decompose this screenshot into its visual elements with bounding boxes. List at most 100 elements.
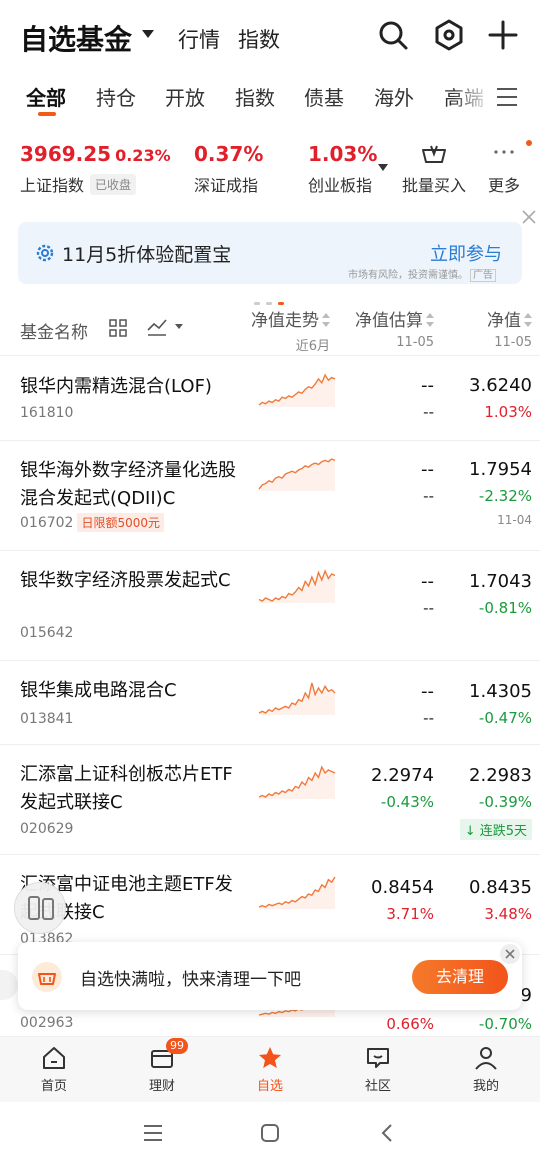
fund-name: 银华内需精选混合(LOF) — [20, 376, 212, 397]
trend-sparkline — [258, 373, 336, 407]
tabs-fade — [452, 76, 492, 122]
fund-code: 020629 — [20, 821, 74, 837]
tab-open[interactable]: 开放 — [165, 82, 205, 111]
chart-style-icon[interactable] — [146, 316, 186, 338]
nav-index[interactable]: 指数 — [238, 24, 280, 54]
estimate-change: -- — [423, 599, 434, 617]
gear-icon — [36, 244, 54, 262]
estimate-change: -- — [423, 403, 434, 421]
title-dropdown-icon[interactable] — [142, 30, 154, 38]
table-row[interactable]: 汇添富上证科创板芯片ETF发起式联接C 020629 2.2974 -0.43%… — [0, 745, 540, 855]
nav-market[interactable]: 行情 — [178, 24, 220, 54]
estimate-change: -- — [423, 487, 434, 505]
bottom-navigation: 首页 理财 自选 社区 我的 — [0, 1036, 540, 1102]
home-button-icon[interactable] — [259, 1122, 281, 1144]
banner-text: 11月5折体验配置宝 — [62, 244, 232, 266]
col-estimate[interactable]: 净值估算 11-05 — [355, 306, 434, 350]
purchase-limit-badge: 日限额5000元 — [77, 513, 164, 532]
menu-icon[interactable] — [494, 84, 520, 110]
nav-value: 0.8435 — [469, 877, 532, 898]
nav-value: 2.2983 — [469, 765, 532, 786]
back-icon[interactable] — [376, 1122, 398, 1144]
nav-date: 11-04 — [497, 513, 532, 527]
home-icon — [43, 1047, 65, 1069]
estimate-date: 11-05 — [396, 335, 434, 350]
cleanup-toast: 自选快满啦，快来清理一下吧 去清理 — [18, 942, 522, 1010]
estimate-value: -- — [421, 375, 434, 396]
market-closed-badge: 已收盘 — [90, 174, 137, 195]
sparkline-area — [259, 877, 335, 909]
trend-title: 净值走势 — [251, 311, 319, 331]
col-nav[interactable]: 净值 11-05 — [487, 306, 532, 350]
index-shenzhen[interactable]: 0.37% 深证成指 — [194, 142, 263, 196]
nav-value: 1.4305 — [469, 681, 532, 702]
fund-name: 银华数字经济股票发起式C — [20, 570, 231, 591]
estimate-value: 2.2974 — [371, 765, 434, 786]
recent-apps-icon[interactable] — [142, 1122, 164, 1144]
tab-all[interactable]: 全部 — [26, 82, 66, 111]
nav-change: -0.81% — [478, 599, 532, 617]
grid-view-icon[interactable] — [108, 318, 128, 338]
estimate-change: 3.71% — [386, 905, 434, 923]
table-row[interactable]: 银华海外数字经济量化选股混合发起式(QDII)C 016702 日限额5000元 … — [0, 441, 540, 551]
index-chinext[interactable]: 1.03% 创业板指 — [308, 142, 377, 196]
page-title[interactable]: 自选基金 — [20, 18, 132, 58]
nav-community[interactable]: 社区 — [348, 1045, 408, 1094]
table-row[interactable]: 银华内需精选混合(LOF) 161810 -- -- 3.6240 1.03% — [0, 357, 540, 441]
cleanup-button[interactable]: 去清理 — [412, 960, 508, 994]
star-icon — [259, 1047, 281, 1068]
fund-code: 015642 — [20, 625, 74, 641]
fund-code: 002963 — [20, 1015, 74, 1031]
nav-change: 1.03% — [484, 403, 532, 421]
user-icon — [475, 1047, 497, 1070]
estimate-value: -- — [421, 681, 434, 702]
tab-holding[interactable]: 持仓 — [96, 82, 136, 111]
banner-cta-link[interactable]: 立即参与 — [430, 240, 502, 266]
trend-sparkline — [258, 765, 336, 799]
estimate-title: 净值估算 — [355, 311, 423, 331]
trend-sparkline — [258, 682, 336, 715]
fund-code: 161810 — [20, 405, 74, 421]
index-name: 上证指数 — [20, 176, 85, 195]
fund-code: 016702 — [20, 515, 74, 531]
basket-icon — [32, 962, 62, 992]
more-button[interactable]: 更多 — [482, 142, 526, 196]
add-icon[interactable] — [486, 18, 520, 52]
nav-label: 社区 — [364, 1079, 391, 1094]
table-row[interactable]: 汇添富中证电池主题ETF发起式联接C 013862 0.8454 3.71% 0… — [0, 855, 540, 955]
tab-index[interactable]: 指数 — [235, 82, 275, 111]
toast-message: 自选快满啦，快来清理一下吧 — [80, 970, 301, 990]
table-header: 基金名称 净值走势 近6月 净值估算 11-05 净值 11-05 — [0, 300, 540, 356]
settings-hex-icon[interactable] — [432, 18, 466, 52]
fund-name: 银华集成电路混合C — [20, 680, 177, 701]
estimate-value: -- — [421, 571, 434, 592]
estimate-value: 0.8454 — [371, 877, 434, 898]
col-fund-name: 基金名称 — [20, 323, 88, 343]
table-row[interactable]: 银华数字经济股票发起式C 015642 -- -- 1.7043 -0.81% — [0, 551, 540, 661]
tab-bond[interactable]: 债基 — [304, 82, 344, 111]
col-trend[interactable]: 净值走势 近6月 — [251, 306, 330, 354]
sort-icon — [322, 313, 330, 327]
sort-icon — [524, 313, 532, 327]
nav-change: -0.47% — [478, 709, 532, 727]
nav-watchlist[interactable]: 自选 — [240, 1045, 300, 1094]
table-row[interactable]: 银华集成电路混合C 013841 -- -- 1.4305 -0.47% — [0, 661, 540, 745]
search-icon[interactable] — [376, 18, 410, 52]
nav-profile[interactable]: 我的 — [456, 1045, 516, 1094]
fund-watchlist-page: 自选基金 行情 指数 全部 持仓 开放 指数 债基 海外 高端 — [0, 0, 540, 1164]
banner-close-icon[interactable] — [520, 208, 538, 226]
toast-close-icon[interactable] — [500, 944, 520, 964]
nav-home[interactable]: 首页 — [24, 1045, 84, 1094]
floating-shortcut-button[interactable] — [14, 882, 66, 934]
index-dropdown-icon[interactable] — [378, 164, 388, 171]
risk-note: 市场有风险，投资需谨慎。 — [348, 270, 468, 281]
tab-overseas[interactable]: 海外 — [374, 82, 414, 111]
estimate-change: 0.66% — [386, 1015, 434, 1033]
more-dots-icon — [494, 150, 514, 154]
nav-value: 1.7954 — [469, 459, 532, 480]
index-shanghai[interactable]: 3969.25 0.23% 上证指数 已收盘 — [20, 142, 171, 196]
nav-date: 11-05 — [494, 335, 532, 350]
batch-buy-button[interactable]: 批量买入 — [402, 142, 466, 196]
promo-banner[interactable]: 11月5折体验配置宝 立即参与 市场有风险，投资需谨慎。 广告 — [18, 222, 522, 284]
estimate-change: -- — [423, 709, 434, 727]
